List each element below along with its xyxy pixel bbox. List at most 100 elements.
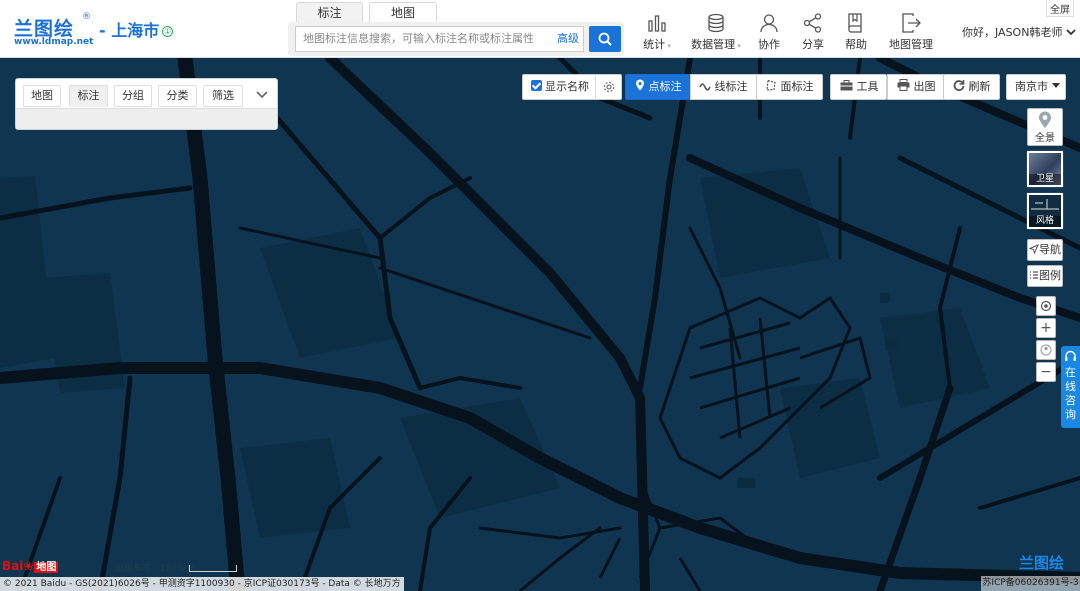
nav-data-management[interactable]: 数据管理 ▾ bbox=[690, 12, 742, 52]
tab-mark-search[interactable]: 标注 bbox=[296, 2, 363, 23]
gear-icon bbox=[603, 81, 615, 93]
show-names-toggle[interactable]: 显示名称 bbox=[522, 74, 622, 100]
point-mark-label: 点标注 bbox=[648, 80, 682, 93]
current-city[interactable]: - 上海市 ① bbox=[99, 17, 174, 41]
tab-filter[interactable]: 筛选 bbox=[203, 85, 243, 107]
map-copyright: © 2021 Baidu - GS(2021)6026号 - 甲测资字11009… bbox=[0, 577, 404, 591]
toolbox-icon bbox=[840, 80, 853, 91]
navigation-label: 导航 bbox=[1039, 243, 1061, 256]
navigation-button[interactable]: 导航 bbox=[1027, 239, 1063, 261]
scale-bar bbox=[189, 565, 237, 572]
chevron-down-icon: ▾ bbox=[665, 42, 671, 50]
show-names-label: 显示名称 bbox=[545, 80, 589, 93]
nav-share[interactable]: 分享 bbox=[801, 12, 825, 52]
map-canvas[interactable]: 地图 标注 分组 分类 筛选 显示名称 点标注 线标注 面标注 工具 出图 刷新… bbox=[0, 58, 1080, 591]
target-icon bbox=[1040, 300, 1052, 312]
search-icon bbox=[598, 32, 612, 46]
pin-icon bbox=[1039, 111, 1051, 128]
nav-share-label: 分享 bbox=[802, 38, 824, 51]
area-mark-button[interactable]: 面标注 bbox=[756, 74, 823, 100]
checkbox-checked-icon bbox=[531, 80, 542, 91]
style-view-button[interactable]: 风格 bbox=[1027, 193, 1063, 229]
refresh-button[interactable]: 刷新 bbox=[943, 74, 1000, 100]
tab-map[interactable]: 地图 bbox=[23, 85, 61, 107]
nav-data-management-label: 数据管理 bbox=[691, 38, 736, 51]
nav-collaborate[interactable]: 协作 bbox=[757, 12, 781, 52]
user-menu[interactable]: 你好，JASON韩老师 bbox=[962, 24, 1076, 40]
city-select[interactable]: 南京市 bbox=[1006, 74, 1066, 100]
collapse-panel-button[interactable] bbox=[252, 86, 272, 104]
chevron-down-icon bbox=[1066, 29, 1076, 36]
zoom-in-button[interactable]: + bbox=[1036, 318, 1056, 338]
wave-line-icon bbox=[699, 83, 711, 91]
nav-statistics[interactable]: 统计 ▾ bbox=[642, 12, 672, 52]
advanced-search-link[interactable]: 高级 bbox=[557, 27, 579, 51]
tab-mark[interactable]: 标注 bbox=[69, 85, 108, 107]
map-roads bbox=[0, 58, 1080, 591]
left-panel-tabs: 地图 标注 分组 分类 筛选 bbox=[16, 79, 277, 109]
scale-left-text: 出租车司 bbox=[115, 564, 152, 574]
zoom-out-button[interactable]: − bbox=[1036, 362, 1056, 382]
search-button[interactable] bbox=[589, 26, 621, 52]
info-icon[interactable]: ① bbox=[162, 26, 174, 37]
panorama-label: 全景 bbox=[1035, 133, 1055, 144]
chevron-down-icon: ▾ bbox=[735, 42, 741, 50]
export-label: 出图 bbox=[913, 80, 936, 93]
search-input[interactable]: 地图标注信息搜索，可输入标注名称或标注属性 高级 bbox=[295, 26, 584, 52]
city-select-value: 南京市 bbox=[1015, 80, 1048, 93]
map-pin-icon bbox=[636, 79, 644, 91]
headset-icon bbox=[1065, 350, 1076, 361]
map-style-icon bbox=[1031, 199, 1059, 210]
street-view-button[interactable] bbox=[1036, 340, 1056, 360]
map-scale: 出租车司 150公里 bbox=[115, 561, 195, 574]
tab-category[interactable]: 分类 bbox=[158, 85, 197, 107]
logo-registered: ® bbox=[82, 12, 91, 22]
nav-help-label: 帮助 bbox=[845, 38, 867, 51]
nav-help[interactable]: 帮助 bbox=[844, 12, 868, 52]
tab-map-search[interactable]: 地图 bbox=[369, 2, 437, 23]
minus-icon: − bbox=[1040, 364, 1052, 380]
name-settings-button[interactable] bbox=[595, 75, 621, 99]
nav-map-management[interactable]: 地图管理 bbox=[888, 12, 934, 52]
paw-icon: ❀ bbox=[23, 559, 34, 573]
nav-collaborate-label: 协作 bbox=[758, 38, 780, 51]
nav-statistics-label: 统计 bbox=[643, 38, 666, 51]
list-icon bbox=[1030, 271, 1038, 279]
online-consult-button[interactable]: 在线咨询 bbox=[1061, 346, 1080, 428]
online-consult-label: 在线咨询 bbox=[1065, 366, 1076, 421]
baidu-map-logo[interactable]: Bai❀ 地图 bbox=[2, 558, 59, 573]
panorama-button[interactable]: 全景 bbox=[1027, 108, 1063, 146]
plus-icon: + bbox=[1040, 320, 1052, 336]
baidu-logo-text: Bai bbox=[2, 559, 24, 573]
caret-down-icon bbox=[1051, 83, 1060, 88]
refresh-label: 刷新 bbox=[968, 80, 991, 93]
legend-button[interactable]: 图例 bbox=[1027, 265, 1063, 287]
share-icon bbox=[803, 13, 822, 33]
polygon-icon bbox=[766, 79, 776, 91]
site-logo[interactable]: 兰图绘 ® www.ldmap.net - 上海市 ① bbox=[14, 12, 174, 48]
search-placeholder: 地图标注信息搜索，可输入标注名称或标注属性 bbox=[303, 32, 534, 45]
satellite-view-button[interactable]: 卫星 bbox=[1027, 151, 1063, 187]
area-mark-label: 面标注 bbox=[780, 80, 814, 93]
line-mark-button[interactable]: 线标注 bbox=[690, 74, 757, 100]
database-icon bbox=[708, 13, 724, 33]
user-icon bbox=[760, 14, 778, 33]
person-icon bbox=[1040, 344, 1052, 356]
point-mark-button[interactable]: 点标注 bbox=[625, 74, 691, 100]
export-image-button[interactable]: 出图 bbox=[887, 74, 944, 100]
left-panel: 地图 标注 分组 分类 筛选 bbox=[15, 78, 278, 130]
user-greeting: 你好，JASON韩老师 bbox=[962, 26, 1063, 39]
navigation-arrow-icon bbox=[1028, 244, 1039, 255]
line-mark-label: 线标注 bbox=[714, 80, 748, 93]
refresh-icon bbox=[953, 80, 965, 91]
tools-button[interactable]: 工具 bbox=[830, 74, 887, 100]
app-header: 兰图绘 ® www.ldmap.net - 上海市 ① 标注 地图 地图标注信息搜… bbox=[0, 0, 1080, 58]
tools-label: 工具 bbox=[856, 80, 879, 93]
bar-chart-icon bbox=[648, 15, 666, 32]
fullscreen-button[interactable]: 全屏 bbox=[1046, 1, 1074, 17]
locate-button[interactable] bbox=[1036, 296, 1056, 316]
baidu-map-text: 地图 bbox=[34, 562, 59, 573]
tab-group[interactable]: 分组 bbox=[114, 85, 152, 107]
brand-watermark: 兰图绘 bbox=[1019, 554, 1065, 572]
icp-license[interactable]: 苏ICP备06026391号-3 bbox=[981, 576, 1080, 591]
